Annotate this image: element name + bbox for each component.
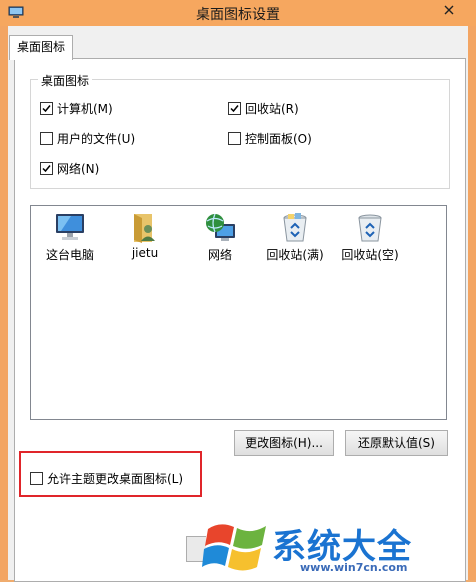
- checkbox-box: [40, 132, 53, 145]
- checkbox-label: 允许主题更改桌面图标(L): [47, 472, 184, 486]
- checkmark-icon: [42, 165, 51, 173]
- checkbox-box: [228, 132, 241, 145]
- checkbox-computer[interactable]: 计算机(M): [40, 101, 160, 117]
- icon-label: 回收站(空): [341, 248, 399, 262]
- computer-icon: [56, 214, 84, 240]
- list-item-recycle-bin-full[interactable]: 回收站(满): [260, 212, 330, 272]
- list-item-recycle-bin-empty[interactable]: 回收站(空): [335, 212, 405, 272]
- checkmark-icon: [230, 105, 239, 113]
- windows-logo-icon: [202, 524, 266, 571]
- checkbox-label: 网络(N): [57, 162, 100, 176]
- watermark: 系统大全 www.win7cn.com: [200, 513, 476, 580]
- restore-default-button[interactable]: 还原默认值(S): [345, 430, 448, 456]
- icon-label: 这台电脑: [45, 248, 94, 262]
- watermark-url: www.win7cn.com: [300, 561, 408, 574]
- checkbox-network[interactable]: 网络(N): [40, 161, 160, 177]
- checkbox-box: [30, 472, 43, 485]
- icon-label: jietu: [131, 246, 159, 260]
- user-folder-icon: [134, 214, 155, 243]
- checkbox-label: 计算机(M): [57, 102, 113, 116]
- checkbox-label: 控制面板(O): [245, 132, 312, 146]
- change-icon-button[interactable]: 更改图标(H)...: [234, 430, 334, 456]
- list-item-network[interactable]: 网络: [185, 212, 255, 272]
- icon-label: 网络: [207, 248, 232, 262]
- recycle-bin-full-icon: [283, 213, 307, 242]
- tab-desktop-icons[interactable]: 桌面图标: [9, 35, 73, 60]
- checkbox-box: [40, 102, 53, 115]
- checkmark-icon: [42, 105, 51, 113]
- checkbox-box: [228, 102, 241, 115]
- checkbox-label: 用户的文件(U): [57, 132, 136, 146]
- checkbox-allow-themes[interactable]: 允许主题更改桌面图标(L): [30, 471, 195, 487]
- checkbox-control-panel[interactable]: 控制面板(O): [228, 131, 348, 147]
- title-bar[interactable]: 桌面图标设置: [0, 0, 476, 26]
- list-item-this-pc[interactable]: 这台电脑: [35, 212, 105, 272]
- checkbox-box: [40, 162, 53, 175]
- network-icon: [206, 213, 235, 241]
- list-item-jietu[interactable]: jietu: [110, 212, 180, 272]
- close-icon: [444, 5, 454, 15]
- recycle-bin-empty-icon: [358, 214, 382, 242]
- close-button[interactable]: [427, 0, 472, 20]
- groupbox-legend: 桌面图标: [38, 72, 93, 89]
- icon-label: 回收站(满): [266, 248, 324, 262]
- window-title: 桌面图标设置: [196, 7, 280, 23]
- checkbox-recycle-bin[interactable]: 回收站(R): [228, 101, 348, 117]
- checkbox-label: 回收站(R): [245, 102, 299, 116]
- desktop-icon-list[interactable]: 这台电脑 jietu 网络 回收站(满) 回收站(空): [30, 205, 447, 420]
- checkbox-user-files[interactable]: 用户的文件(U): [40, 131, 170, 147]
